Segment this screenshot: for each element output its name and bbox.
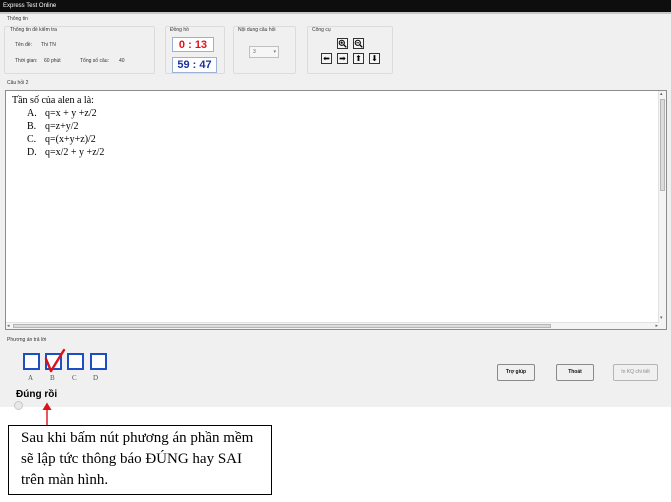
- vertical-scroll-thumb[interactable]: [660, 99, 665, 191]
- time-value: 60 phút: [44, 58, 61, 64]
- radio-indicator: [14, 401, 23, 410]
- choice-box-a[interactable]: [23, 353, 40, 370]
- tools-label: Công cụ: [312, 27, 331, 33]
- question-number-label: Câu hỏi 2: [7, 80, 29, 86]
- arrow-down-icon: ⬇: [371, 54, 378, 63]
- answer-option-a: A. q=x + y +z/2: [27, 108, 97, 119]
- content-select-value: 3: [253, 49, 256, 55]
- exam-info-group: [4, 26, 155, 74]
- choice-box-d[interactable]: [90, 353, 107, 370]
- choice-box-c[interactable]: [67, 353, 84, 370]
- question-panel[interactable]: Tần số của alen a là: A. q=x + y +z/2 B. q…: [5, 90, 667, 330]
- down-button[interactable]: ⬇: [369, 53, 380, 64]
- horizontal-scrollbar[interactable]: ◂ ▸: [6, 322, 659, 329]
- clock-label: Đồng hồ: [170, 27, 189, 33]
- callout-note: Sau khi bấm nút phương án phần mềm sẽ lậ…: [8, 425, 272, 495]
- chevron-down-icon: ▾: [273, 49, 276, 55]
- up-button[interactable]: ⬆: [353, 53, 364, 64]
- tools-group: [307, 26, 393, 74]
- zoom-out-icon: [354, 39, 363, 48]
- total-questions-value: 40: [119, 58, 125, 64]
- print-results-button[interactable]: In KQ chi tiết: [613, 364, 658, 381]
- checkmark-icon: [44, 348, 66, 373]
- elapsed-time-display: 0 : 13: [172, 37, 214, 52]
- exit-button[interactable]: Thoát: [556, 364, 594, 381]
- content-select[interactable]: 3 ▾: [249, 46, 279, 58]
- choice-label-a: A: [28, 374, 34, 382]
- exam-info-group-label: Thông tin đề kiểm tra: [10, 27, 57, 33]
- zoom-in-button[interactable]: [337, 38, 348, 49]
- result-message: Đúng rồi: [16, 389, 58, 400]
- remaining-time-display: 59 : 47: [172, 57, 217, 73]
- scroll-down-icon[interactable]: ▾: [660, 315, 663, 321]
- answer-option-b: B. q=z+y/2: [27, 121, 79, 132]
- zoom-in-icon: [338, 39, 347, 48]
- answer-panel-label: Phương án trả lời: [7, 337, 47, 343]
- arrow-left-icon: ⬅: [323, 54, 330, 63]
- exam-name-value: Thi TN: [41, 42, 56, 48]
- scroll-up-icon[interactable]: ▴: [660, 91, 663, 97]
- scroll-right-icon[interactable]: ▸: [655, 323, 658, 329]
- help-button[interactable]: Trợ giúp: [497, 364, 535, 381]
- exam-name-label: Tên đề:: [15, 42, 32, 48]
- scroll-left-icon[interactable]: ◂: [7, 323, 10, 329]
- question-text: Tần số của alen a là:: [12, 95, 94, 106]
- window-title: Express Test Online: [3, 3, 57, 9]
- vertical-scrollbar[interactable]: ▴ ▾: [658, 91, 666, 329]
- time-label: Thời gian:: [15, 58, 38, 64]
- answer-option-c: C. q=(x+y+z)/2: [27, 134, 96, 145]
- title-bar: Express Test Online: [0, 0, 671, 14]
- arrow-right-icon: ➡: [339, 54, 346, 63]
- previous-button[interactable]: ⬅: [321, 53, 332, 64]
- zoom-out-button[interactable]: [353, 38, 364, 49]
- total-questions-label: Tổng số câu:: [80, 58, 109, 64]
- horizontal-scroll-thumb[interactable]: [13, 324, 551, 328]
- next-button[interactable]: ➡: [337, 53, 348, 64]
- choice-label-c: C: [72, 374, 77, 382]
- choice-label-b: B: [50, 374, 55, 382]
- answer-option-d: D. q=x/2 + y +z/2: [27, 147, 105, 158]
- content-label: Nội dung câu hỏi: [238, 27, 276, 33]
- arrow-up-icon: ⬆: [355, 54, 362, 63]
- info-section-label: Thông tin: [7, 16, 28, 22]
- choice-label-d: D: [93, 374, 99, 382]
